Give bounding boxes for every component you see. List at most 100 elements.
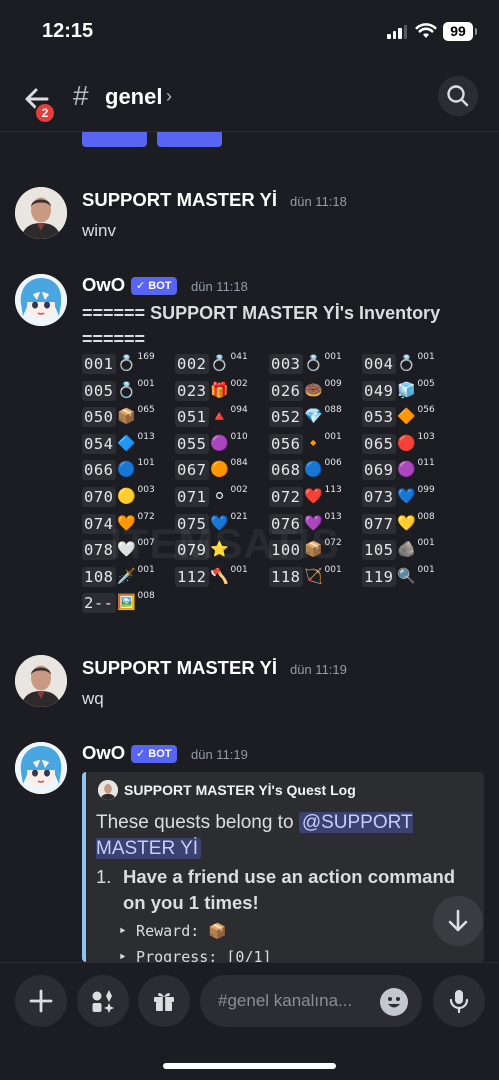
item-code: 072 — [269, 486, 303, 507]
channel-title[interactable]: genel — [105, 84, 162, 110]
message-author[interactable]: OwO — [82, 742, 125, 764]
search-icon — [447, 85, 469, 107]
item-code: 070 — [82, 486, 116, 507]
item-count: 001 — [324, 352, 342, 362]
cellular-signal-icon — [387, 25, 407, 39]
item-icon: 🏹 — [304, 567, 323, 585]
item-code: 071 — [175, 486, 209, 507]
message-input[interactable]: #genel kanalına... — [200, 975, 422, 1027]
microphone-icon — [449, 990, 469, 1014]
item-icon: 🗡️ — [117, 567, 136, 585]
avatar[interactable] — [15, 655, 67, 707]
item-code: 051 — [175, 407, 209, 428]
message-author[interactable]: SUPPORT MASTER Yİ — [82, 657, 277, 679]
message-timestamp: dün 11:18 — [290, 194, 347, 209]
avatar[interactable] — [15, 274, 67, 326]
embed-author-avatar — [98, 780, 118, 800]
component-button[interactable] — [82, 132, 147, 147]
inventory-row: 070 🟡 003 071 ⚪ 002 072 ❤️ 113 073 💙 099 — [82, 485, 482, 513]
item-icon: ❤️ — [304, 487, 323, 505]
item-code: 065 — [362, 433, 396, 454]
inventory-item: 052 💎 088 — [269, 405, 342, 428]
avatar[interactable] — [15, 187, 67, 239]
inventory-item: 055 🟣 010 — [175, 431, 248, 455]
item-icon: 🔺 — [210, 408, 229, 426]
battery-indicator: 99 — [443, 22, 477, 41]
status-bar: 12:15 99 — [0, 0, 499, 62]
quest-reward: ‣ Reward: 📦 — [118, 918, 227, 944]
item-count: 094 — [230, 405, 248, 416]
item-icon: 🪨 — [397, 541, 416, 559]
item-count: 065 — [137, 405, 155, 416]
item-count: 088 — [324, 405, 342, 416]
item-code: 118 — [269, 566, 303, 587]
jump-to-bottom-button[interactable] — [433, 896, 483, 946]
item-icon: 🔶 — [397, 408, 416, 426]
inventory-item: 068 🔵 006 — [269, 458, 342, 481]
item-count: 169 — [137, 352, 155, 362]
gift-button[interactable] — [138, 975, 190, 1027]
item-icon: 🧊 — [397, 381, 416, 399]
inventory-item: 005 💍 001 — [82, 379, 155, 402]
item-icon: 🖼️ — [117, 594, 136, 612]
message-timestamp: dün 11:19 — [290, 662, 347, 677]
item-count: 002 — [230, 378, 248, 389]
item-icon: 💍 — [117, 381, 136, 399]
chevron-right-icon[interactable]: › — [166, 86, 172, 107]
item-code: 050 — [82, 407, 116, 428]
item-icon: 🔵 — [117, 461, 136, 479]
arrow-down-icon — [448, 909, 468, 932]
item-code: 056 — [269, 433, 303, 454]
unread-badge: 2 — [34, 102, 56, 124]
inventory-item: 067 🟠 084 — [175, 458, 248, 481]
inventory-item: 004 💍 001 — [362, 352, 435, 375]
item-code: 004 — [362, 354, 396, 374]
emoji-button[interactable] — [380, 988, 408, 1016]
item-code: 105 — [362, 540, 396, 561]
bot-badge: ✓ BOT — [131, 277, 177, 295]
inventory-item: 072 ❤️ 113 — [269, 485, 342, 508]
inventory-row: 066 🔵 101 067 🟠 084 068 🔵 006 069 🟣 011 — [82, 458, 482, 486]
message-author[interactable]: OwO — [82, 274, 125, 296]
item-icon: 🟣 — [397, 461, 416, 479]
item-count: 013 — [137, 431, 155, 442]
inventory-item: 073 💙 099 — [362, 485, 435, 508]
embed-author: SUPPORT MASTER Yİ's Quest Log — [124, 782, 356, 798]
inventory-item: 054 🔷 013 — [82, 431, 155, 455]
item-count: 001 — [417, 538, 435, 549]
message-author[interactable]: SUPPORT MASTER Yİ — [82, 189, 277, 211]
item-code: 054 — [82, 433, 116, 454]
item-code: 023 — [175, 380, 209, 401]
item-code: 001 — [82, 354, 116, 374]
search-button[interactable] — [438, 76, 478, 116]
item-code: 119 — [362, 566, 396, 587]
item-count: 001 — [324, 431, 342, 442]
previous-message-buttons — [82, 132, 222, 147]
quest-progress: ‣ Progress: [0/1] — [118, 948, 272, 962]
item-icon: 🪓 — [210, 567, 229, 585]
component-button[interactable] — [157, 132, 222, 147]
item-count: 009 — [324, 378, 342, 389]
item-icon: 🔴 — [397, 434, 416, 452]
item-icon: 🔍 — [397, 567, 416, 585]
item-icon: 🔵 — [304, 461, 323, 479]
inventory-grid: 001 💍 169 002 💍 041 003 💍 001 004 💍 001 005 💍 001 023 🎁 0… — [82, 352, 482, 619]
plus-icon — [29, 989, 53, 1013]
reward-box-icon: 📦 — [208, 922, 227, 940]
inventory-row: 108 🗡️ 001 112 🪓 001 118 🏹 001 119 🔍 001 — [82, 564, 482, 593]
inventory-row: 005 💍 001 023 🎁 002 026 🍩 009 049 🧊 005 — [82, 378, 482, 407]
item-count: 001 — [417, 564, 435, 575]
inventory-item: 071 ⚪ 002 — [175, 485, 248, 508]
channel-hash-icon: # — [73, 80, 89, 111]
add-attachment-button[interactable] — [15, 975, 67, 1027]
inventory-item: 023 🎁 002 — [175, 378, 248, 402]
quest-text: Have a friend use an action command on y… — [123, 866, 456, 913]
apps-button[interactable] — [77, 975, 129, 1027]
inventory-row: 050 📦 065 051 🔺 094 052 💎 088 053 🔶 056 — [82, 405, 482, 433]
voice-message-button[interactable] — [433, 975, 485, 1027]
avatar[interactable] — [15, 742, 67, 794]
item-count: 010 — [230, 431, 248, 442]
item-code: 055 — [175, 433, 209, 454]
item-count: 008 — [417, 511, 435, 522]
item-icon: 🟡 — [117, 487, 136, 505]
